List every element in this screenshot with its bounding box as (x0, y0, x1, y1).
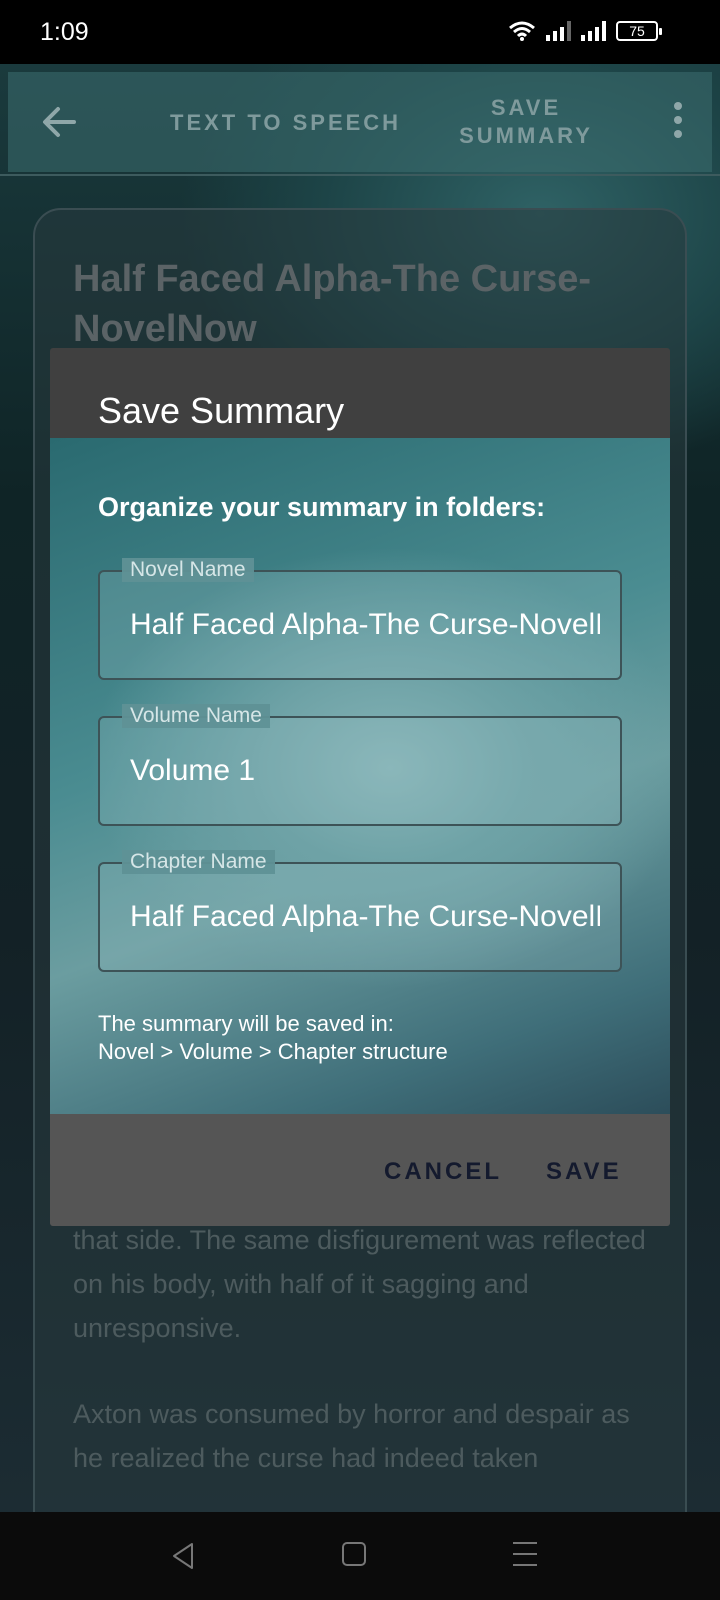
text-to-speech-button[interactable]: TEXT TO SPEECH (170, 110, 401, 136)
save-summary-dialog: Save Summary Organize your summary in fo… (50, 348, 670, 1226)
note-line: The summary will be saved in: (98, 1011, 394, 1036)
volume-name-field[interactable]: Volume Name Volume 1 (98, 704, 622, 826)
chapter-name-label: Chapter Name (122, 850, 275, 874)
arrow-back-icon[interactable] (38, 100, 82, 144)
dialog-body: Organize your summary in folders: Novel … (50, 438, 670, 1114)
dialog-heading: Organize your summary in folders: (98, 492, 546, 522)
system-nav-bar (0, 1512, 720, 1600)
signal-icon (581, 21, 606, 41)
nav-menu-icon[interactable] (513, 1542, 537, 1566)
dialog-actions: CANCEL SAVE (50, 1114, 670, 1226)
novel-name-value[interactable]: Half Faced Alpha-The Curse-NovelNow (130, 608, 600, 642)
battery-icon: 75 (616, 21, 662, 41)
save-summary-button[interactable]: SAVE SUMMARY (456, 94, 596, 150)
volume-name-label: Volume Name (122, 704, 270, 728)
nav-home-icon[interactable] (342, 1542, 366, 1566)
toolbar: TEXT TO SPEECH SAVE SUMMARY (8, 72, 712, 172)
card-paragraph: that side. The same disfigurement was re… (73, 1225, 646, 1343)
save-location-note: The summary will be saved in: Novel > Vo… (98, 1010, 448, 1066)
wifi-icon (509, 21, 535, 41)
status-time: 1:09 (40, 18, 89, 46)
card-paragraph: Axton was consumed by horror and despair… (73, 1399, 630, 1473)
status-icons: 75 (508, 20, 662, 42)
chapter-name-value[interactable]: Half Faced Alpha-The Curse-NovelNow (130, 900, 600, 934)
chapter-name-field[interactable]: Chapter Name Half Faced Alpha-The Curse-… (98, 850, 622, 972)
cancel-button[interactable]: CANCEL (384, 1158, 502, 1186)
volume-name-value[interactable]: Volume 1 (130, 754, 600, 788)
note-line: Novel > Volume > Chapter structure (98, 1039, 448, 1064)
signal-icon (546, 21, 571, 41)
status-bar: 1:09 75 (0, 0, 720, 64)
nav-back-icon[interactable] (166, 1538, 202, 1574)
novel-name-label: Novel Name (122, 558, 254, 582)
toolbar-divider (0, 174, 720, 176)
save-button[interactable]: SAVE (546, 1158, 622, 1186)
dialog-title: Save Summary (98, 390, 345, 431)
novel-name-field[interactable]: Novel Name Half Faced Alpha-The Curse-No… (98, 558, 622, 680)
card-title: Half Faced Alpha-The Curse-NovelNow (73, 258, 592, 350)
more-vert-icon[interactable] (672, 102, 684, 142)
